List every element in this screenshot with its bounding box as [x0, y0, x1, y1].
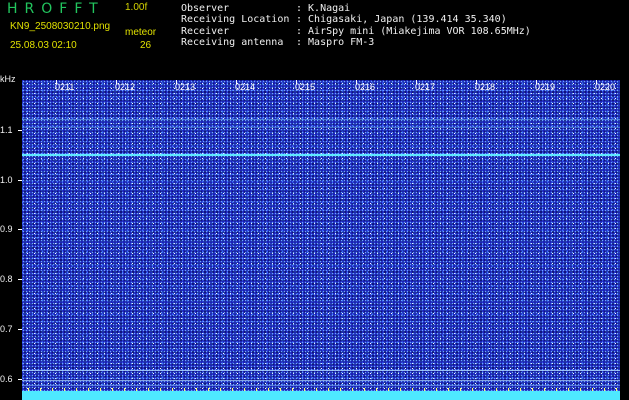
minor-tick-mark [292, 388, 293, 391]
minor-tick-mark [508, 388, 509, 391]
minor-tick-mark [448, 388, 449, 391]
minor-tick-mark [604, 388, 605, 391]
info-key-location: Receiving Location [181, 14, 290, 25]
header-panel: HROFFT 1.00f KN9_2508030210.png meteor 2… [0, 0, 629, 72]
minor-tick-mark [592, 388, 593, 391]
meteor-label: meteor [125, 27, 157, 38]
bottom-signal-band [22, 391, 620, 400]
minor-tick-mark [376, 388, 377, 391]
minor-tick-mark [256, 388, 257, 391]
version-label: 1.00f [125, 2, 148, 13]
minor-tick-mark [460, 388, 461, 391]
minor-tick-mark [268, 388, 269, 391]
spectrogram-plot[interactable] [22, 80, 620, 400]
info-key-observer: Observer [181, 3, 230, 14]
info-value-location: : Chigasaki, Japan (139.414 35.340) [296, 14, 507, 25]
minor-tick-mark [160, 388, 161, 391]
y-axis-unit: kHz [0, 74, 16, 84]
info-key-antenna: Receiving antenna [181, 37, 284, 48]
y-tick-label-0.8: 0.8 [0, 274, 13, 284]
minor-tick-mark [352, 388, 353, 391]
x-tick-label-0217: 0217 [415, 82, 436, 92]
x-tick-label-0215: 0215 [295, 82, 316, 92]
minor-tick-mark [364, 388, 365, 391]
minor-tick-mark [172, 388, 173, 391]
y-tick-label-0.6: 0.6 [0, 374, 13, 384]
minor-tick-mark [556, 388, 557, 391]
signal-line-main [22, 154, 620, 156]
x-tick-label-0218: 0218 [475, 82, 496, 92]
y-tick-label-0.9: 0.9 [0, 224, 13, 234]
minor-tick-mark [580, 388, 581, 391]
signal-line-low [22, 385, 620, 386]
minor-tick-mark [124, 388, 125, 391]
x-tick-label-0216: 0216 [355, 82, 376, 92]
x-tick-label-0211: 0211 [55, 82, 75, 92]
y-tick-label-1.1: 1.1 [0, 125, 13, 135]
minor-tick-mark [112, 388, 113, 391]
minor-tick-mark [40, 388, 41, 391]
signal-line-weak [22, 119, 620, 120]
signal-line-low [22, 380, 620, 381]
meteor-count: 26 [140, 40, 152, 51]
minor-tick-mark [88, 388, 89, 391]
datetime-label: 25.08.03 02:10 [10, 40, 77, 51]
minor-tick-mark [388, 388, 389, 391]
minor-tick-mark [220, 388, 221, 391]
minor-tick-mark [136, 388, 137, 391]
filename-label: KN9_2508030210.png [10, 21, 111, 32]
info-value-observer: : K.Nagai [296, 3, 351, 14]
info-value-receiver: : AirSpy mini (Miakejima VOR 108.65MHz) [296, 26, 531, 37]
x-tick-label-0219: 0219 [535, 82, 556, 92]
minor-tick-mark [76, 388, 77, 391]
minor-tick-mark [400, 388, 401, 391]
minor-tick-mark [196, 388, 197, 391]
minor-tick-mark [424, 388, 425, 391]
minor-tick-mark [328, 388, 329, 391]
minor-tick-mark [52, 388, 53, 391]
minor-tick-mark [184, 388, 185, 391]
minor-tick-mark [100, 388, 101, 391]
minor-tick-mark [208, 388, 209, 391]
minor-tick-mark [304, 388, 305, 391]
minor-tick-mark [340, 388, 341, 391]
minor-tick-mark [532, 388, 533, 391]
info-key-receiver: Receiver [181, 26, 230, 37]
minor-tick-mark [148, 388, 149, 391]
signal-line-low [22, 370, 620, 371]
minor-tick-mark [436, 388, 437, 391]
minor-tick-mark [472, 388, 473, 391]
minor-tick-mark [64, 388, 65, 391]
minor-tick-mark [568, 388, 569, 391]
x-tick-label-0214: 0214 [235, 82, 256, 92]
info-value-antenna: : Maspro FM-3 [296, 37, 375, 48]
signal-line-weak [22, 127, 620, 128]
minor-tick-mark [232, 388, 233, 391]
x-tick-label-0212: 0212 [115, 82, 136, 92]
minor-tick-mark [316, 388, 317, 391]
minor-tick-mark [484, 388, 485, 391]
x-tick-label-0220: 0220 [595, 82, 616, 92]
minor-tick-mark [28, 388, 29, 391]
minor-tick-mark [244, 388, 245, 391]
minor-tick-mark [496, 388, 497, 391]
minor-tick-mark [544, 388, 545, 391]
y-tick-label-1.0: 1.0 [0, 175, 13, 185]
minor-tick-mark [616, 388, 617, 391]
minor-tick-mark [412, 388, 413, 391]
minor-tick-mark [280, 388, 281, 391]
y-tick-label-0.7: 0.7 [0, 324, 13, 334]
app-title: HROFFT [7, 1, 105, 17]
x-tick-label-0213: 0213 [175, 82, 196, 92]
minor-tick-mark [520, 388, 521, 391]
